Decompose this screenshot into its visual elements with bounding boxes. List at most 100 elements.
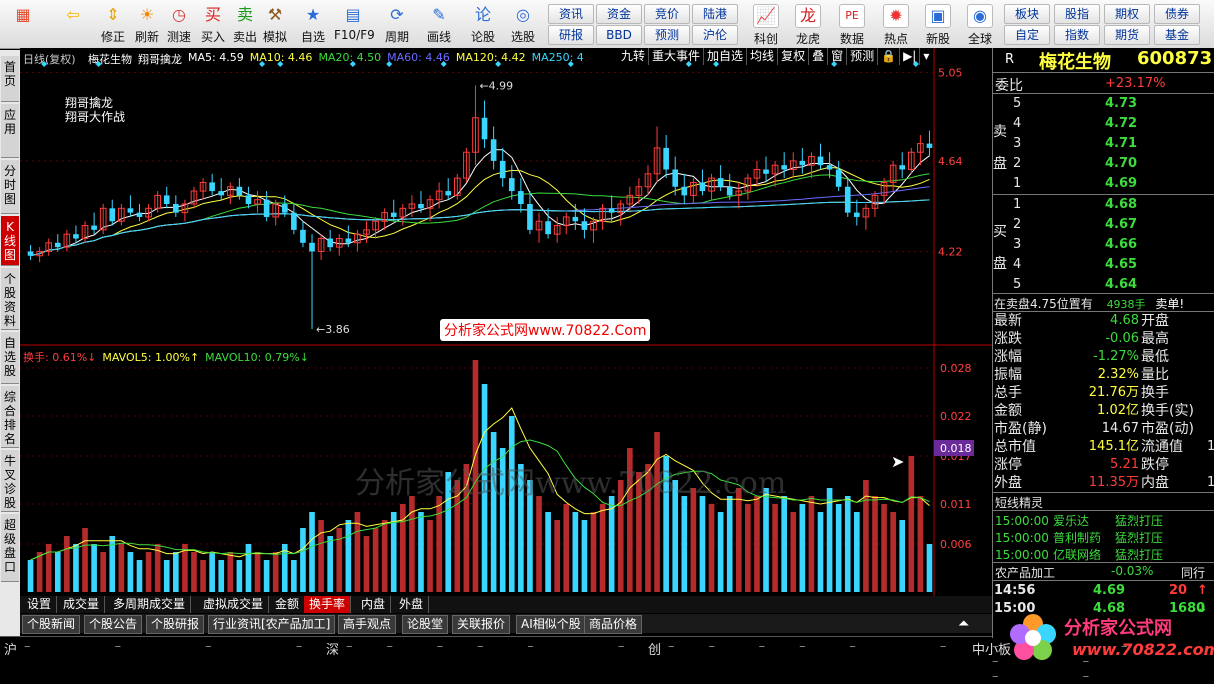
info-tab-6[interactable]: 关联报价 [452, 615, 511, 634]
collapse-arrow-icon[interactable]: ⏶ [958, 616, 969, 632]
candle-body-down [345, 238, 352, 243]
indicator-tab-2[interactable]: 多周期成交量 [108, 596, 192, 613]
candle-body-down [663, 147, 669, 170]
volume-bar [336, 528, 343, 592]
toolbar-market-tab-0[interactable]: 板块 [1004, 4, 1050, 24]
ask-price: 4.73 [1105, 96, 1138, 111]
ask-row[interactable]: 2 4.70 [993, 155, 1203, 173]
info-tab-5[interactable]: 论股堂 [402, 615, 449, 634]
toolbar-clock-button[interactable]: ◷ 测速 [160, 2, 198, 46]
toolbar-chat-button[interactable]: 论论股 [464, 2, 502, 46]
ask-row[interactable]: 3 4.71 [993, 135, 1203, 153]
indicator-tab-5[interactable]: 换手率 [304, 596, 352, 613]
info-tab-1[interactable]: 个股公告 [84, 615, 143, 634]
toolbar-button-label: 全球 [967, 32, 992, 46]
shortline-row[interactable]: 15:00:00 爱乐达 猛烈打压 [993, 512, 1203, 530]
indicator-tab-4[interactable]: 金额 [270, 596, 306, 613]
toolbar-market-tab-4[interactable]: 自定 [1004, 25, 1050, 45]
sidetab-label: K线图 [3, 220, 16, 262]
candle-body-down [799, 160, 806, 166]
toolbar-newstock-button[interactable]: ▣ 新股 [918, 2, 958, 46]
indicator-tab-1[interactable]: 成交量 [58, 596, 106, 613]
toolbar-back-button[interactable]: ⇦ [54, 2, 92, 46]
info-tab-7[interactable]: AI相似个股 [516, 615, 586, 634]
sidetab-label: 牛叉诊股 [3, 454, 16, 510]
industry-more-link[interactable]: 同行 [1181, 564, 1205, 581]
bid-row[interactable]: 1 4.68 [993, 196, 1203, 214]
sidetab-5[interactable]: 自选股 [1, 332, 19, 384]
sidetab-2[interactable]: 分时图 [1, 160, 19, 214]
toolbar-pencil-button[interactable]: ✎ 画线 [420, 2, 458, 46]
info-tab-2[interactable]: 个股研报 [146, 615, 205, 634]
candle-body-down [545, 221, 551, 235]
sidetab-4[interactable]: 个股资料 [1, 268, 19, 330]
volume-bar [127, 552, 134, 592]
toolbar-tab-2[interactable]: 竞价 [644, 4, 690, 24]
candle-body-down [300, 229, 306, 243]
status-market-1[interactable]: 深 [326, 639, 339, 658]
toolbar-select-button[interactable]: ◎ 选股 [504, 2, 542, 46]
toolbar-market-tab-1[interactable]: 股指 [1054, 4, 1100, 24]
sidetab-8[interactable]: 超级盘口 [1, 514, 19, 582]
ask-row[interactable]: 4 4.72 [993, 115, 1203, 133]
stat-row: 涨跌 -0.06 最高 [993, 330, 1214, 348]
sidetab-7[interactable]: 牛叉诊股 [1, 450, 19, 512]
toolbar-adjust-button[interactable]: ⇕ 修正 [94, 2, 132, 46]
info-tab-0[interactable]: 个股新闻 [22, 615, 81, 634]
toolbar-dragon-button[interactable]: 龙龙虎 [788, 2, 828, 46]
toolbar-globe-button[interactable]: ◉ 全球 [960, 2, 1000, 46]
bid-row[interactable]: 3 4.66 [993, 236, 1203, 254]
industry-name[interactable]: 农产品加工 [995, 564, 1055, 581]
volume-bar [835, 504, 842, 592]
weibi-value: +23.17% [1105, 76, 1166, 91]
toolbar-market-tab-5[interactable]: 指数 [1054, 25, 1100, 45]
status-market-2[interactable]: 创 [648, 639, 661, 658]
bid-row[interactable]: 4 4.65 [993, 256, 1203, 274]
ask-row[interactable]: 5 4.73 [993, 95, 1203, 113]
sidetab-1[interactable]: 应用 [1, 104, 19, 158]
indicator-tab-7[interactable]: 外盘 [394, 596, 430, 613]
shortline-row[interactable]: 15:00:00 普利制药 猛烈打压 [993, 529, 1203, 547]
toolbar-chart-button[interactable]: 📈 科创 [746, 2, 786, 46]
sidetab-3[interactable]: K线图 [1, 216, 19, 266]
toolbar-cycle-button[interactable]: ⟳ 周期 [378, 2, 416, 46]
indicator-tab-0[interactable]: 设置 [22, 596, 58, 613]
toolbar-tab-3[interactable]: 陆港 [692, 4, 738, 24]
toolbar-button-label: 自选 [300, 30, 325, 44]
bid-row[interactable]: 2 4.67 [993, 216, 1203, 234]
price-tick-label: 5.05 [938, 66, 963, 79]
ask-row[interactable]: 1 4.69 [993, 175, 1203, 193]
indicator-tab-3[interactable]: 虚拟成交量 [198, 596, 270, 613]
tick-time: 14:56 [994, 583, 1036, 598]
bid-row[interactable]: 5 4.64 [993, 276, 1203, 294]
info-tab-8[interactable]: 商品价格 [584, 615, 643, 634]
toolbar-gavel-button[interactable]: ⚒ 模拟 [256, 2, 294, 46]
status-market-0[interactable]: 沪 [4, 639, 17, 658]
indicator-tab-6[interactable]: 内盘 [356, 596, 392, 613]
candle-body-down [899, 165, 906, 170]
toolbar-tab-7[interactable]: 沪伦 [692, 25, 738, 45]
info-tab-4[interactable]: 高手观点 [338, 615, 397, 634]
logo-name: 分析家公式网 [1064, 618, 1172, 639]
sidetab-0[interactable]: 首页 [1, 56, 19, 102]
toolbar-tab-0[interactable]: 资讯 [548, 4, 594, 24]
toolbar-tab-1[interactable]: 资金 [596, 4, 642, 24]
toolbar-market-tab-3[interactable]: 债券 [1154, 4, 1200, 24]
toolbar-market-tab-6[interactable]: 期货 [1104, 25, 1150, 45]
toolbar-doc-button[interactable]: ▤ F10/F9 [334, 2, 375, 46]
toolbar-market-tab-7[interactable]: 基金 [1154, 25, 1200, 45]
kline-chart[interactable]: 日线(复权) 梅花生物 翔哥擒龙 MA5: 4.59 MA10: 4.46 MA20… [20, 48, 992, 596]
info-tab-3[interactable]: 行业资讯[农产品加工] [208, 615, 336, 634]
toolbar-grid-button[interactable]: ▦ [4, 2, 42, 46]
toolbar-tab-6[interactable]: 预测 [644, 25, 690, 45]
stat-key: 金额 [994, 403, 1022, 419]
toolbar-tab-4[interactable]: 研报 [548, 25, 594, 45]
toolbar-fire-button[interactable]: ✹ 热点 [876, 2, 916, 46]
toolbar-tab-5[interactable]: BBD [596, 25, 642, 45]
price-tick-label: 4.64 [938, 155, 963, 168]
toolbar-star-button[interactable]: ★ 自选 [294, 2, 332, 46]
toolbar-market-tab-2[interactable]: 期权 [1104, 4, 1150, 24]
sidetab-6[interactable]: 综合排名 [1, 386, 19, 448]
toolbar-pe-button[interactable]: PE 数据 [832, 2, 872, 46]
volume-bar [218, 560, 225, 592]
